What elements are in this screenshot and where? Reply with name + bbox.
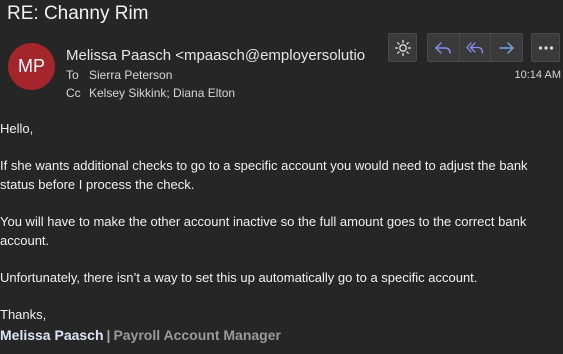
signature-title: Payroll Account Manager [113,327,281,343]
body-closing: Thanks, [0,307,47,322]
reply-icon [435,41,452,54]
body-paragraph-1: If she wants additional checks to go to … [0,158,528,192]
to-label: To [66,68,79,82]
email-signature: Melissa Paasch | Payroll Account Manager [0,327,281,343]
sender-name[interactable]: Melissa Paasch <mpaasch@employersolution [66,47,366,64]
signature-separator: | [106,327,111,343]
cc-label: Cc [66,86,81,100]
reply-all-button[interactable] [460,34,492,61]
cc-recipients[interactable]: Kelsey Sikkink; Diana Elton [89,86,235,100]
body-paragraph-3: Unfortunately, there isn’t a way to set … [0,270,478,285]
message-timestamp: 10:14 AM [514,69,561,81]
signature-name: Melissa Paasch [0,327,104,343]
reply-actions [427,33,523,62]
to-row: To Sierra Peterson [66,68,172,82]
reply-button[interactable] [428,34,460,61]
reply-all-icon [466,41,484,54]
cc-row: Cc Kelsey Sikkink; Diana Elton [66,86,235,100]
avatar-initials: MP [18,56,45,76]
email-subject: RE: Channy Rim [7,3,149,24]
theme-toggle-button[interactable] [388,33,417,62]
forward-button[interactable] [491,34,522,61]
more-icon [538,45,553,50]
forward-icon [498,41,514,54]
sun-icon [394,39,411,56]
to-recipient[interactable]: Sierra Peterson [89,68,172,82]
more-actions-button[interactable] [531,33,560,62]
sender-avatar[interactable]: MP [8,43,55,90]
body-greeting: Hello, [0,121,34,136]
message-body: Hello, If she wants additional checks to… [0,119,560,342]
body-paragraph-2: You will have to make the other account … [0,214,527,248]
